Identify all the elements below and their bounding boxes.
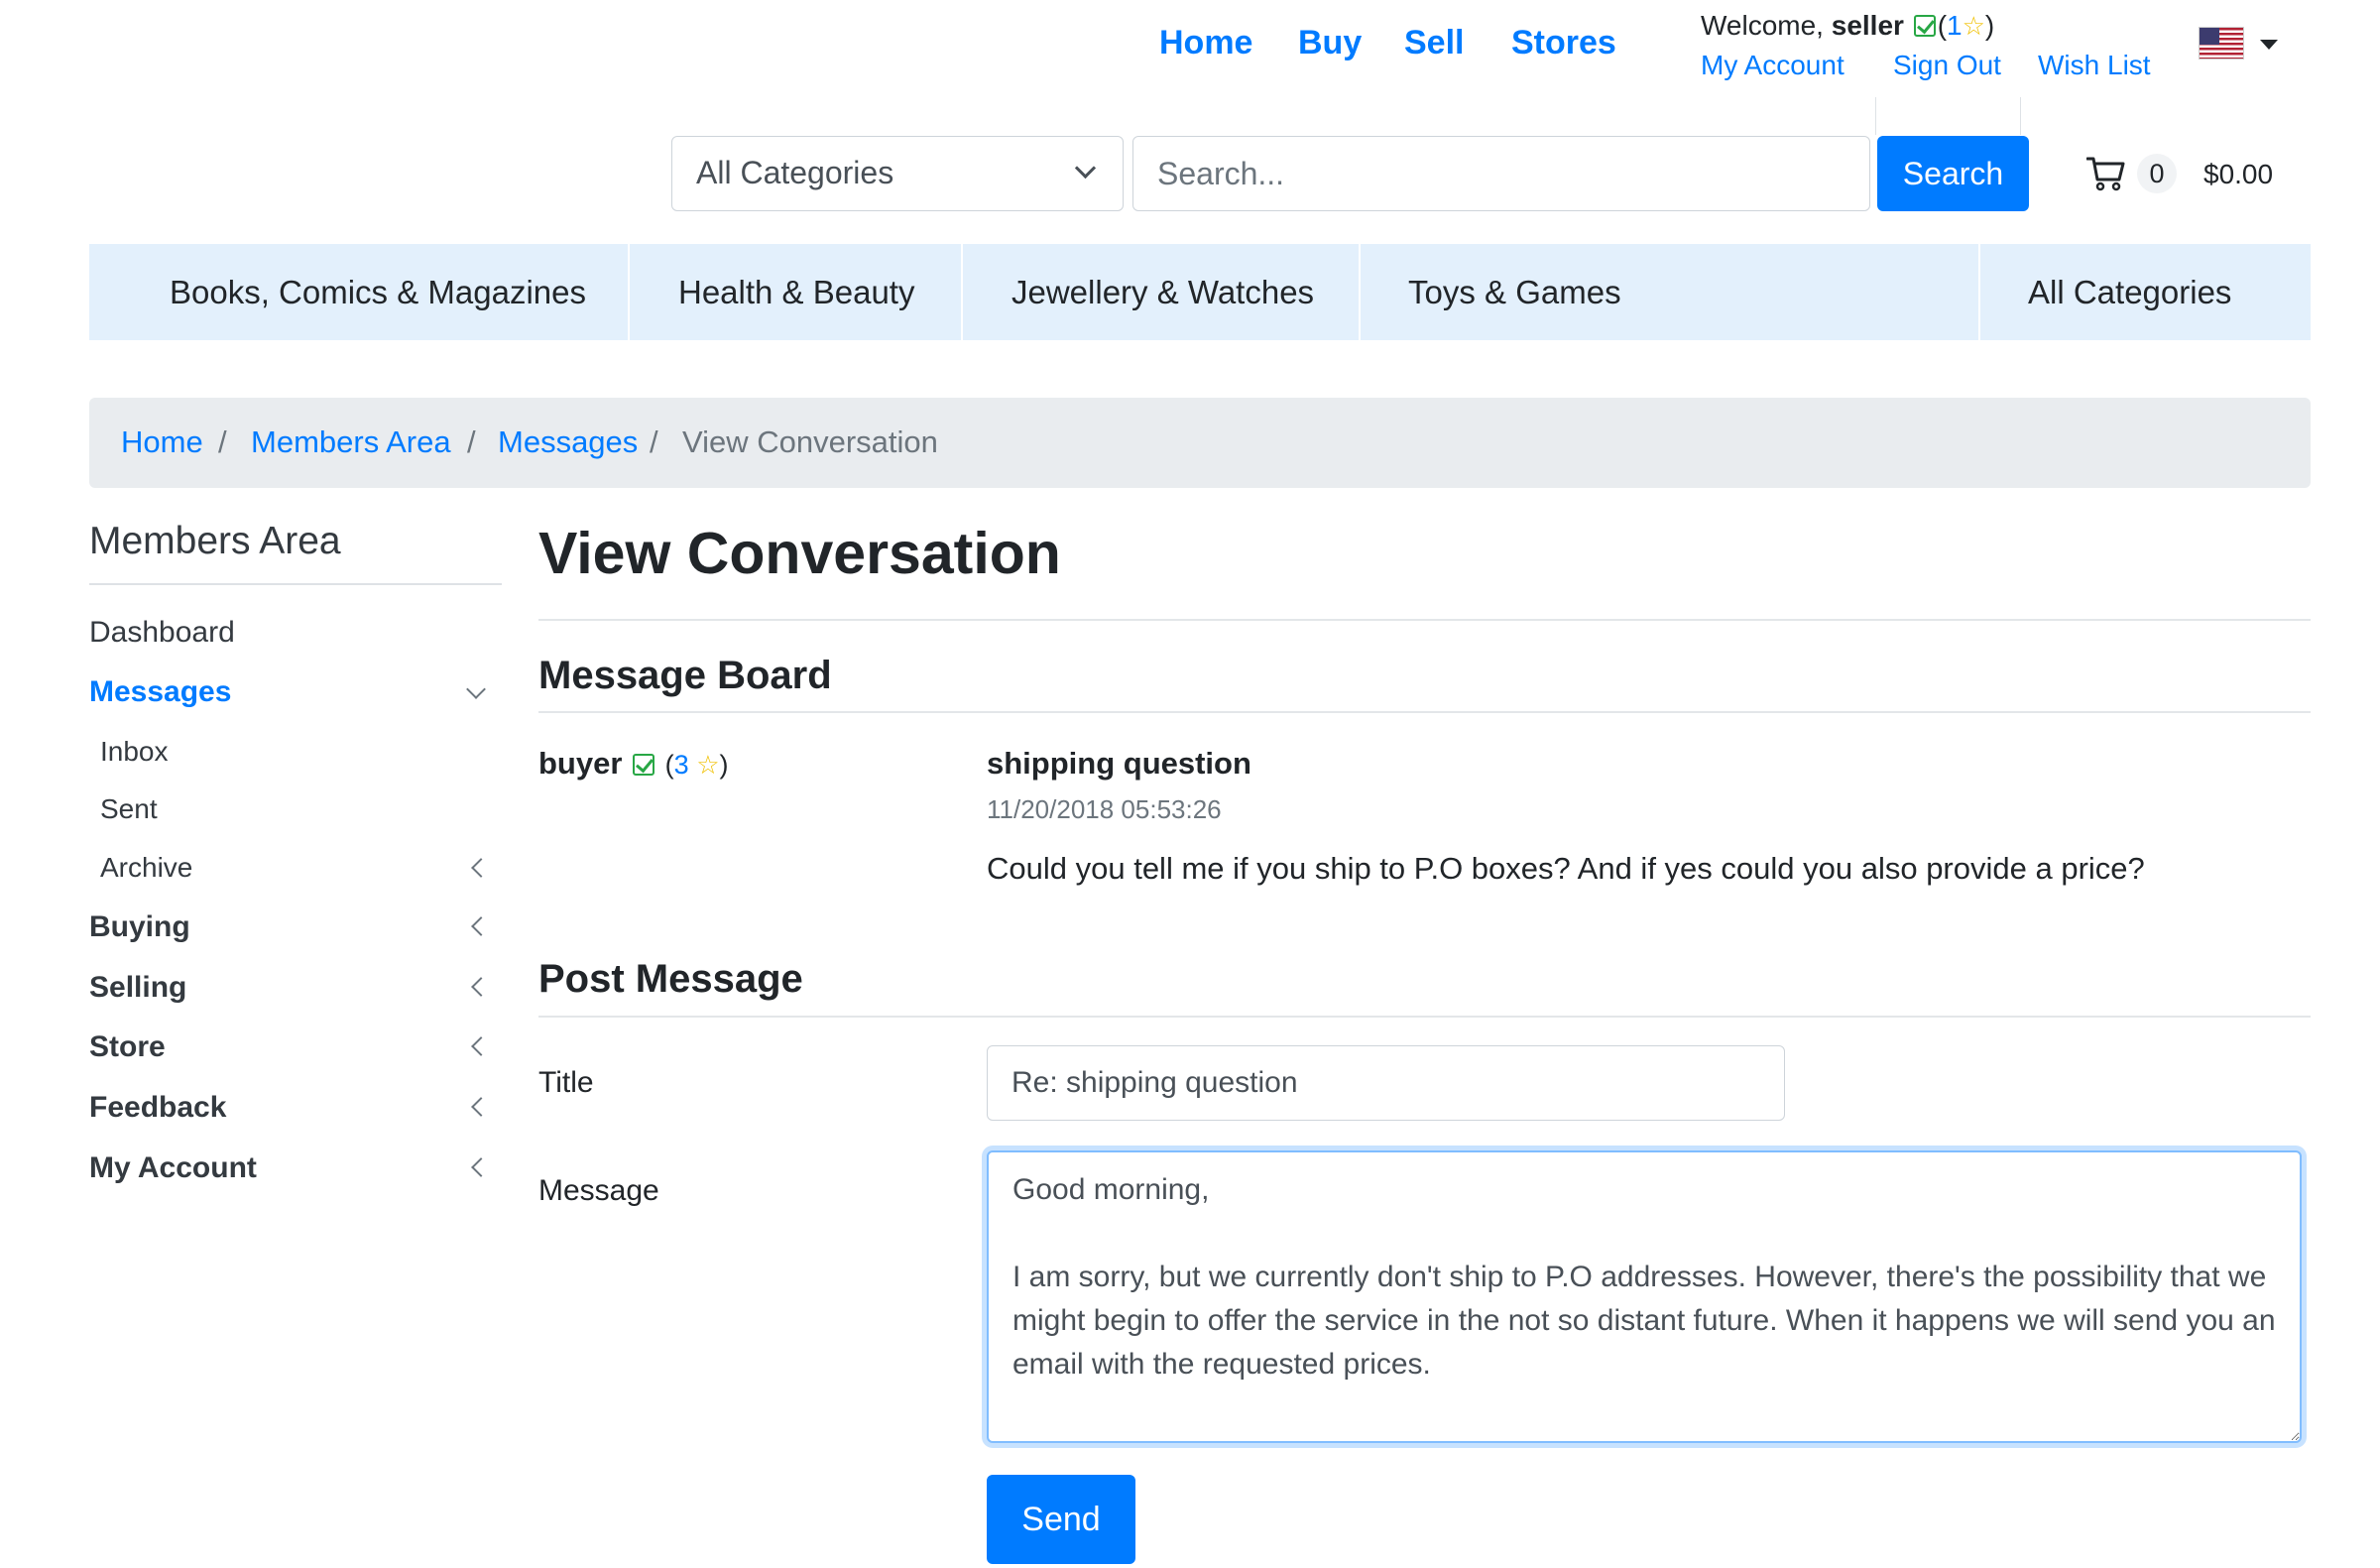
username[interactable]: seller (1832, 10, 1904, 41)
us-flag-icon[interactable] (2199, 27, 2244, 60)
verified-check-icon (633, 754, 655, 776)
title-input[interactable] (987, 1045, 1785, 1121)
message-body: Could you tell me if you ship to P.O box… (987, 851, 2145, 886)
welcome-text: Welcome, seller (1☆) (1701, 10, 1994, 42)
chevron-left-icon[interactable] (471, 916, 491, 936)
breadcrumb-separator: / (650, 424, 658, 459)
score-open: ( (1937, 10, 1948, 41)
sidebar-item-feedback[interactable]: Feedback (89, 1091, 226, 1125)
link-divider (2020, 97, 2021, 135)
sidebar-item-my-account[interactable]: My Account (89, 1151, 257, 1185)
category-link[interactable]: Jewellery & Watches (1012, 244, 1314, 340)
breadcrumb-current: View Conversation (682, 424, 938, 459)
breadcrumb-messages[interactable]: Messages (498, 424, 638, 460)
user-feedback-score[interactable]: 1 (1947, 10, 1963, 41)
message-sender: buyer (3 ☆) (538, 746, 729, 782)
score-close: ) (1984, 10, 1995, 41)
category-link[interactable]: Health & Beauty (678, 244, 914, 340)
category-divider (628, 244, 630, 340)
search-input[interactable] (1132, 136, 1870, 211)
sender-feedback-score[interactable]: 3 (674, 750, 689, 780)
sidebar-item-sent[interactable]: Sent (100, 793, 158, 825)
message-board-title: Message Board (538, 654, 832, 697)
category-all-link[interactable]: All Categories (2028, 244, 2231, 340)
chevron-down-icon (1074, 157, 1097, 180)
title-label: Title (538, 1066, 594, 1099)
category-divider (1359, 244, 1361, 340)
cart-count-badge: 0 (2137, 154, 2177, 193)
category-select-value: All Categories (696, 155, 894, 190)
sidebar-item-messages[interactable]: Messages (89, 675, 231, 709)
cart-total: $0.00 (2203, 159, 2274, 189)
sidebar-item-buying[interactable]: Buying (89, 910, 190, 944)
breadcrumb-members-area[interactable]: Members Area (251, 424, 451, 460)
sidebar-item-selling[interactable]: Selling (89, 971, 186, 1005)
message-subject: shipping question (987, 746, 1251, 781)
breadcrumb-separator: / (218, 424, 227, 459)
category-select[interactable]: All Categories (671, 136, 1124, 211)
sender-score-group: (3 ☆) (664, 750, 729, 780)
breadcrumb: Home / Members Area / Messages / View Co… (89, 398, 2311, 488)
message-textarea[interactable]: Good morning, I am sorry, but we current… (987, 1150, 2302, 1443)
link-divider (1875, 97, 1876, 135)
cart-icon[interactable] (2086, 156, 2126, 191)
send-button[interactable]: Send (987, 1475, 1135, 1564)
chevron-left-icon[interactable] (471, 1036, 491, 1056)
star-icon: ☆ (696, 750, 720, 780)
category-divider (961, 244, 963, 340)
page-title: View Conversation (538, 521, 1061, 586)
chevron-left-icon[interactable] (471, 1097, 491, 1117)
nav-buy-link[interactable]: Buy (1298, 24, 1362, 62)
category-divider (1978, 244, 1980, 340)
message-label: Message (538, 1174, 659, 1207)
section-divider (538, 1016, 2311, 1018)
sidebar-divider (89, 583, 502, 585)
sidebar-item-archive[interactable]: Archive (100, 852, 192, 884)
chevron-left-icon[interactable] (471, 1157, 491, 1177)
nav-home-link[interactable]: Home (1159, 24, 1252, 62)
search-button[interactable]: Search (1877, 136, 2029, 211)
category-link[interactable]: Books, Comics & Magazines (170, 244, 586, 340)
chevron-left-icon[interactable] (471, 858, 491, 878)
sender-name[interactable]: buyer (538, 746, 622, 781)
breadcrumb-home[interactable]: Home (121, 424, 203, 460)
section-divider (538, 711, 2311, 713)
chevron-down-icon[interactable] (466, 679, 486, 699)
message-date: 11/20/2018 05:53:26 (987, 794, 1222, 824)
wish-list-link[interactable]: Wish List (2038, 50, 2151, 81)
nav-stores-link[interactable]: Stores (1511, 24, 1616, 62)
sidebar-item-store[interactable]: Store (89, 1030, 166, 1064)
category-bar: Books, Comics & Magazines Health & Beaut… (89, 244, 2311, 340)
category-link[interactable]: Toys & Games (1408, 244, 1621, 340)
sidebar-title: Members Area (89, 520, 341, 562)
sign-out-link[interactable]: Sign Out (1893, 50, 2001, 81)
star-icon: ☆ (1962, 11, 1985, 41)
sidebar-item-inbox[interactable]: Inbox (100, 736, 169, 768)
breadcrumb-separator: / (467, 424, 476, 459)
chevron-left-icon[interactable] (471, 977, 491, 997)
welcome-prefix: Welcome, (1701, 10, 1824, 41)
caret-down-icon[interactable] (2260, 40, 2278, 50)
verified-check-icon (1913, 15, 1936, 37)
my-account-link[interactable]: My Account (1701, 50, 1844, 81)
nav-sell-link[interactable]: Sell (1404, 24, 1464, 62)
post-message-title: Post Message (538, 957, 803, 1001)
sidebar-item-dashboard[interactable]: Dashboard (89, 616, 235, 650)
title-divider (538, 619, 2311, 621)
